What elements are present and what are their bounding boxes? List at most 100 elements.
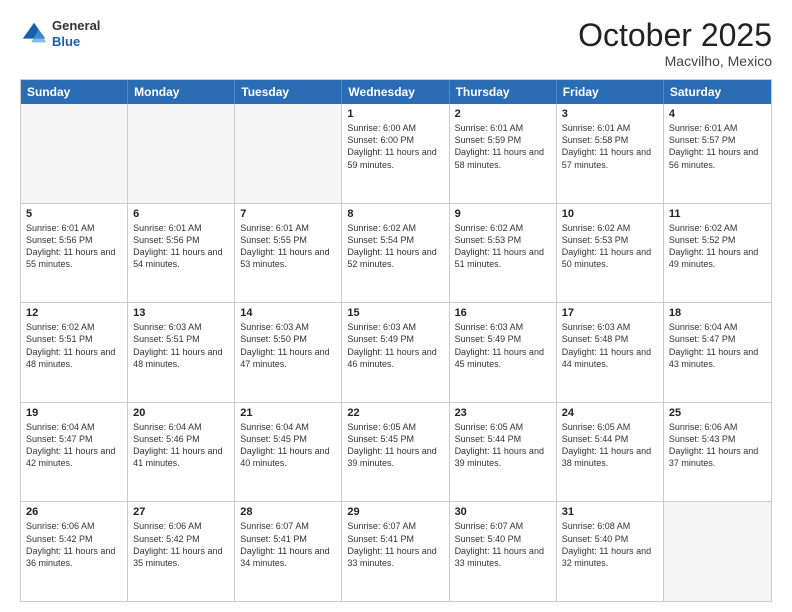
cell-info: Sunrise: 6:01 AMSunset: 5:57 PMDaylight:…	[669, 122, 766, 171]
logo-text: General Blue	[52, 18, 100, 49]
day-number: 1	[347, 108, 443, 120]
day-cell-2: 2 Sunrise: 6:01 AMSunset: 5:59 PMDaylight…	[450, 104, 557, 203]
month-title: October 2025	[578, 18, 772, 53]
calendar-body: 1 Sunrise: 6:00 AMSunset: 6:00 PMDaylight…	[21, 104, 771, 601]
day-number: 28	[240, 506, 336, 518]
header-tuesday: Tuesday	[235, 80, 342, 104]
day-number: 26	[26, 506, 122, 518]
title-block: October 2025 Macvilho, Mexico	[578, 18, 772, 69]
day-cell-14: 14 Sunrise: 6:03 AMSunset: 5:50 PMDayligh…	[235, 303, 342, 402]
logo-icon	[20, 20, 48, 48]
week-row-2: 12 Sunrise: 6:02 AMSunset: 5:51 PMDayligh…	[21, 303, 771, 403]
day-number: 16	[455, 307, 551, 319]
day-number: 15	[347, 307, 443, 319]
day-cell-3: 3Sunrise: 6:01 AMSunset: 5:58 PMDaylight…	[557, 104, 664, 203]
day-number: 22	[347, 407, 443, 419]
cell-info: Sunrise: 6:01 AMSunset: 5:55 PMDaylight:…	[240, 222, 336, 271]
day-cell-22: 22 Sunrise: 6:05 AMSunset: 5:45 PMDayligh…	[342, 403, 449, 502]
empty-cell	[664, 502, 771, 601]
day-number: 5	[26, 208, 122, 220]
day-cell-28: 28 Sunrise: 6:07 AMSunset: 5:41 PMDayligh…	[235, 502, 342, 601]
day-number: 27	[133, 506, 229, 518]
day-number: 2	[455, 108, 551, 120]
calendar-header: Sunday Monday Tuesday Wednesday Thursday…	[21, 80, 771, 104]
cell-info: Sunrise: 6:05 AMSunset: 5:45 PMDaylight:…	[347, 421, 443, 470]
cell-info: Sunrise: 6:01 AMSunset: 5:59 PMDaylight:…	[455, 122, 551, 171]
cell-info: Sunrise: 6:03 AMSunset: 5:50 PMDaylight:…	[240, 321, 336, 370]
day-number: 7	[240, 208, 336, 220]
week-row-0: 1 Sunrise: 6:00 AMSunset: 6:00 PMDaylight…	[21, 104, 771, 204]
day-cell-19: 19 Sunrise: 6:04 AMSunset: 5:47 PMDayligh…	[21, 403, 128, 502]
day-cell-27: 27 Sunrise: 6:06 AMSunset: 5:42 PMDayligh…	[128, 502, 235, 601]
day-number: 21	[240, 407, 336, 419]
empty-cell	[235, 104, 342, 203]
header-wednesday: Wednesday	[342, 80, 449, 104]
cell-info: Sunrise: 6:06 AMSunset: 5:42 PMDaylight:…	[26, 520, 122, 569]
day-cell-9: 9Sunrise: 6:02 AMSunset: 5:53 PMDaylight…	[450, 204, 557, 303]
header: General Blue October 2025 Macvilho, Mexi…	[20, 18, 772, 69]
cell-info: Sunrise: 6:01 AMSunset: 5:58 PMDaylight:…	[562, 122, 658, 171]
location: Macvilho, Mexico	[578, 53, 772, 69]
header-sunday: Sunday	[21, 80, 128, 104]
day-number: 13	[133, 307, 229, 319]
cell-info: Sunrise: 6:07 AMSunset: 5:41 PMDaylight:…	[240, 520, 336, 569]
cell-info: Sunrise: 6:00 AMSunset: 6:00 PMDaylight:…	[347, 122, 443, 171]
day-number: 14	[240, 307, 336, 319]
logo: General Blue	[20, 18, 100, 49]
cell-info: Sunrise: 6:03 AMSunset: 5:48 PMDaylight:…	[562, 321, 658, 370]
header-thursday: Thursday	[450, 80, 557, 104]
day-cell-20: 20 Sunrise: 6:04 AMSunset: 5:46 PMDayligh…	[128, 403, 235, 502]
day-cell-16: 16 Sunrise: 6:03 AMSunset: 5:49 PMDayligh…	[450, 303, 557, 402]
day-cell-26: 26 Sunrise: 6:06 AMSunset: 5:42 PMDayligh…	[21, 502, 128, 601]
day-cell-7: 7 Sunrise: 6:01 AMSunset: 5:55 PMDaylight…	[235, 204, 342, 303]
day-cell-31: 31 Sunrise: 6:08 AMSunset: 5:40 PMDayligh…	[557, 502, 664, 601]
day-number: 19	[26, 407, 122, 419]
cell-info: Sunrise: 6:01 AMSunset: 5:56 PMDaylight:…	[133, 222, 229, 271]
cell-info: Sunrise: 6:04 AMSunset: 5:47 PMDaylight:…	[26, 421, 122, 470]
page: General Blue October 2025 Macvilho, Mexi…	[0, 0, 792, 612]
day-number: 25	[669, 407, 766, 419]
day-cell-18: 18Sunrise: 6:04 AMSunset: 5:47 PMDayligh…	[664, 303, 771, 402]
day-cell-24: 24Sunrise: 6:05 AMSunset: 5:44 PMDayligh…	[557, 403, 664, 502]
calendar: Sunday Monday Tuesday Wednesday Thursday…	[20, 79, 772, 602]
day-cell-8: 8Sunrise: 6:02 AMSunset: 5:54 PMDaylight…	[342, 204, 449, 303]
day-cell-10: 10Sunrise: 6:02 AMSunset: 5:53 PMDayligh…	[557, 204, 664, 303]
day-number: 20	[133, 407, 229, 419]
empty-cell	[128, 104, 235, 203]
day-number: 17	[562, 307, 658, 319]
day-number: 11	[669, 208, 766, 220]
cell-info: Sunrise: 6:08 AMSunset: 5:40 PMDaylight:…	[562, 520, 658, 569]
day-cell-15: 15 Sunrise: 6:03 AMSunset: 5:49 PMDayligh…	[342, 303, 449, 402]
day-cell-21: 21 Sunrise: 6:04 AMSunset: 5:45 PMDayligh…	[235, 403, 342, 502]
day-cell-13: 13 Sunrise: 6:03 AMSunset: 5:51 PMDayligh…	[128, 303, 235, 402]
day-number: 23	[455, 407, 551, 419]
header-friday: Friday	[557, 80, 664, 104]
cell-info: Sunrise: 6:03 AMSunset: 5:49 PMDaylight:…	[347, 321, 443, 370]
day-cell-29: 29Sunrise: 6:07 AMSunset: 5:41 PMDayligh…	[342, 502, 449, 601]
day-number: 12	[26, 307, 122, 319]
cell-info: Sunrise: 6:02 AMSunset: 5:54 PMDaylight:…	[347, 222, 443, 271]
cell-info: Sunrise: 6:05 AMSunset: 5:44 PMDaylight:…	[562, 421, 658, 470]
day-cell-25: 25 Sunrise: 6:06 AMSunset: 5:43 PMDayligh…	[664, 403, 771, 502]
day-number: 10	[562, 208, 658, 220]
day-cell-30: 30Sunrise: 6:07 AMSunset: 5:40 PMDayligh…	[450, 502, 557, 601]
day-number: 18	[669, 307, 766, 319]
cell-info: Sunrise: 6:02 AMSunset: 5:51 PMDaylight:…	[26, 321, 122, 370]
cell-info: Sunrise: 6:03 AMSunset: 5:51 PMDaylight:…	[133, 321, 229, 370]
cell-info: Sunrise: 6:05 AMSunset: 5:44 PMDaylight:…	[455, 421, 551, 470]
cell-info: Sunrise: 6:04 AMSunset: 5:45 PMDaylight:…	[240, 421, 336, 470]
header-monday: Monday	[128, 80, 235, 104]
day-cell-5: 5 Sunrise: 6:01 AMSunset: 5:56 PMDaylight…	[21, 204, 128, 303]
week-row-3: 19 Sunrise: 6:04 AMSunset: 5:47 PMDayligh…	[21, 403, 771, 503]
day-number: 6	[133, 208, 229, 220]
cell-info: Sunrise: 6:06 AMSunset: 5:43 PMDaylight:…	[669, 421, 766, 470]
week-row-1: 5 Sunrise: 6:01 AMSunset: 5:56 PMDaylight…	[21, 204, 771, 304]
cell-info: Sunrise: 6:04 AMSunset: 5:46 PMDaylight:…	[133, 421, 229, 470]
cell-info: Sunrise: 6:06 AMSunset: 5:42 PMDaylight:…	[133, 520, 229, 569]
cell-info: Sunrise: 6:03 AMSunset: 5:49 PMDaylight:…	[455, 321, 551, 370]
day-cell-11: 11Sunrise: 6:02 AMSunset: 5:52 PMDayligh…	[664, 204, 771, 303]
day-number: 31	[562, 506, 658, 518]
cell-info: Sunrise: 6:07 AMSunset: 5:41 PMDaylight:…	[347, 520, 443, 569]
cell-info: Sunrise: 6:01 AMSunset: 5:56 PMDaylight:…	[26, 222, 122, 271]
day-cell-23: 23 Sunrise: 6:05 AMSunset: 5:44 PMDayligh…	[450, 403, 557, 502]
